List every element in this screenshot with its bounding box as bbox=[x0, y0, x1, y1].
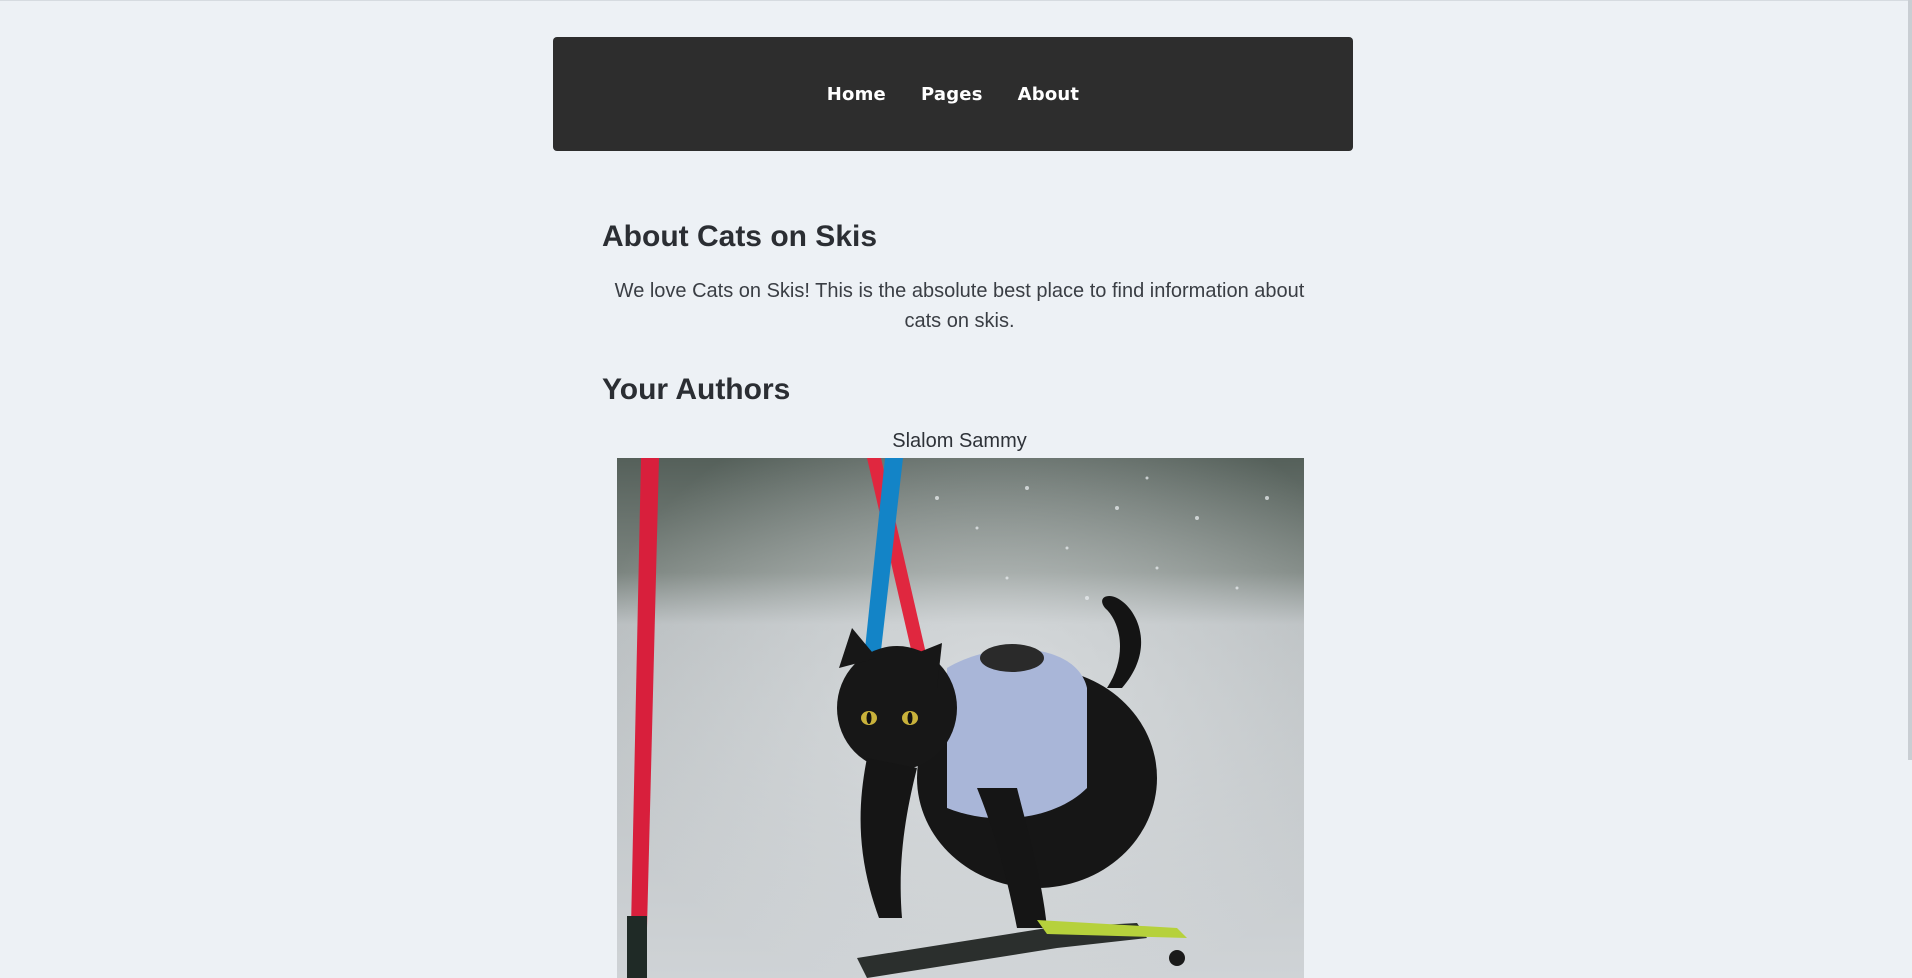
main-navbar: Home Pages About bbox=[553, 37, 1353, 151]
nav-home-link[interactable]: Home bbox=[827, 84, 886, 105]
scrollbar[interactable] bbox=[1908, 0, 1912, 760]
about-heading: About Cats on Skis bbox=[602, 220, 878, 253]
about-intro-text: We love Cats on Skis! This is the absolu… bbox=[614, 280, 1305, 332]
skiing-cat-photo-icon bbox=[617, 458, 1304, 978]
author-photo bbox=[617, 458, 1304, 978]
author-name: Slalom Sammy bbox=[892, 430, 1027, 452]
nav-pages-link[interactable]: Pages bbox=[921, 84, 983, 105]
nav-about-link[interactable]: About bbox=[1018, 84, 1080, 105]
window-top-border bbox=[0, 0, 1912, 1]
authors-heading: Your Authors bbox=[602, 373, 791, 406]
